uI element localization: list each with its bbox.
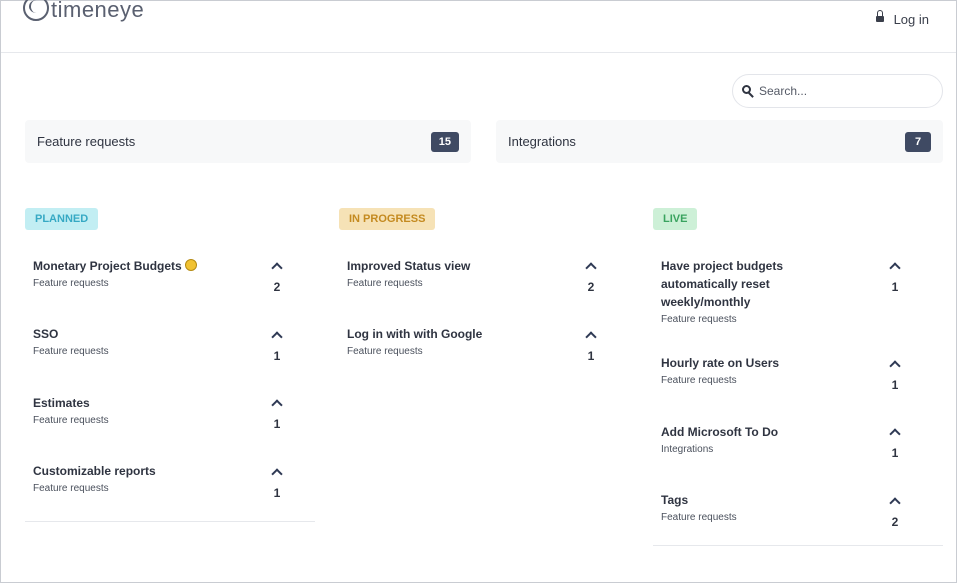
post-title: Add Microsoft To Do: [661, 425, 779, 439]
post-board: Feature requests: [33, 415, 109, 426]
logo-icon: [23, 0, 49, 21]
column-divider: [653, 545, 943, 546]
post-board: Feature requests: [33, 483, 109, 494]
post-board: Feature requests: [33, 346, 109, 357]
chevron-up-icon: [889, 262, 901, 274]
lock-icon: [875, 9, 884, 24]
chevron-up-icon: [889, 497, 901, 509]
chevron-up-icon: [271, 262, 283, 274]
status-badge-in-progress: IN PROGRESS: [339, 208, 436, 230]
search-input[interactable]: [759, 84, 929, 98]
post-title: Tags: [661, 493, 689, 507]
vote-count: 2: [891, 515, 899, 529]
login-link[interactable]: Log in: [875, 9, 929, 27]
roadmap-post[interactable]: Have project budgets automatically reset…: [661, 257, 811, 325]
post-title: Improved Status view: [347, 259, 471, 273]
upvote-button[interactable]: 1: [267, 331, 287, 363]
vote-count: 1: [273, 486, 281, 500]
chevron-up-icon: [889, 428, 901, 440]
vote-count: 2: [587, 280, 595, 294]
post-board: Feature requests: [347, 278, 423, 289]
top-header: timeneye Log in: [1, 0, 956, 53]
status-badge-live: LIVE: [653, 208, 698, 230]
logo-text: timeneye: [51, 0, 145, 22]
upvote-button[interactable]: 1: [885, 262, 905, 294]
upvote-button[interactable]: 2: [581, 262, 601, 294]
roadmap-post[interactable]: Customizable reports Feature requests: [33, 462, 265, 494]
vote-count: 1: [891, 280, 899, 294]
chevron-up-icon: [271, 399, 283, 411]
post-title: Hourly rate on Users: [661, 356, 780, 370]
medal-icon: [184, 259, 197, 271]
board-feature-requests[interactable]: Feature requests 15: [25, 120, 471, 163]
roadmap-post[interactable]: Tags Feature requests: [661, 491, 893, 523]
chevron-up-icon: [271, 468, 283, 480]
post-title: Log in with with Google: [347, 327, 483, 341]
board-integrations[interactable]: Integrations 7: [496, 120, 943, 163]
chevron-up-icon: [585, 331, 597, 343]
upvote-button[interactable]: 1: [267, 399, 287, 431]
upvote-button[interactable]: 1: [885, 360, 905, 392]
board-title: Integrations: [508, 134, 576, 149]
chevron-up-icon: [271, 331, 283, 343]
vote-count: 1: [891, 446, 899, 460]
roadmap-post[interactable]: Hourly rate on Users Feature requests: [661, 354, 893, 386]
roadmap-post[interactable]: Log in with with Google Feature requests: [347, 325, 579, 357]
post-board: Feature requests: [33, 278, 109, 289]
post-board: Feature requests: [661, 375, 737, 386]
post-board: Feature requests: [661, 314, 737, 325]
vote-count: 2: [273, 280, 281, 294]
board-title: Feature requests: [37, 134, 136, 149]
search-icon: [742, 85, 754, 98]
post-board: Integrations: [661, 444, 714, 455]
board-count-badge: 7: [905, 131, 931, 152]
upvote-button[interactable]: 1: [267, 468, 287, 500]
vote-count: 1: [273, 349, 281, 363]
column-divider: [25, 521, 315, 522]
chevron-up-icon: [889, 360, 901, 372]
status-badge-planned: PLANNED: [25, 208, 99, 230]
vote-count: 1: [587, 349, 595, 363]
vote-count: 1: [891, 378, 899, 392]
roadmap-post[interactable]: SSO Feature requests: [33, 325, 265, 357]
roadmap-post[interactable]: Estimates Feature requests: [33, 394, 265, 426]
upvote-button[interactable]: 2: [885, 497, 905, 529]
upvote-button[interactable]: 1: [581, 331, 601, 363]
post-board: Feature requests: [347, 346, 423, 357]
logo[interactable]: timeneye: [23, 0, 144, 23]
post-board: Feature requests: [661, 512, 737, 523]
roadmap-post[interactable]: Monetary Project Budgets Feature request…: [33, 257, 265, 289]
post-title: SSO: [33, 327, 59, 341]
upvote-button[interactable]: 1: [885, 428, 905, 460]
roadmap-post[interactable]: Add Microsoft To Do Integrations: [661, 423, 893, 455]
post-title: Have project budgets automatically reset…: [661, 259, 784, 309]
post-title: Monetary Project Budgets: [33, 257, 265, 275]
board-count-badge: 15: [430, 131, 459, 152]
search-box[interactable]: [732, 74, 943, 108]
vote-count: 1: [273, 417, 281, 431]
login-label: Log in: [893, 12, 929, 27]
upvote-button[interactable]: 2: [267, 262, 287, 294]
post-title: Estimates: [33, 396, 90, 410]
chevron-up-icon: [585, 262, 597, 274]
post-title: Customizable reports: [33, 464, 156, 478]
roadmap-post[interactable]: Improved Status view Feature requests: [347, 257, 579, 289]
